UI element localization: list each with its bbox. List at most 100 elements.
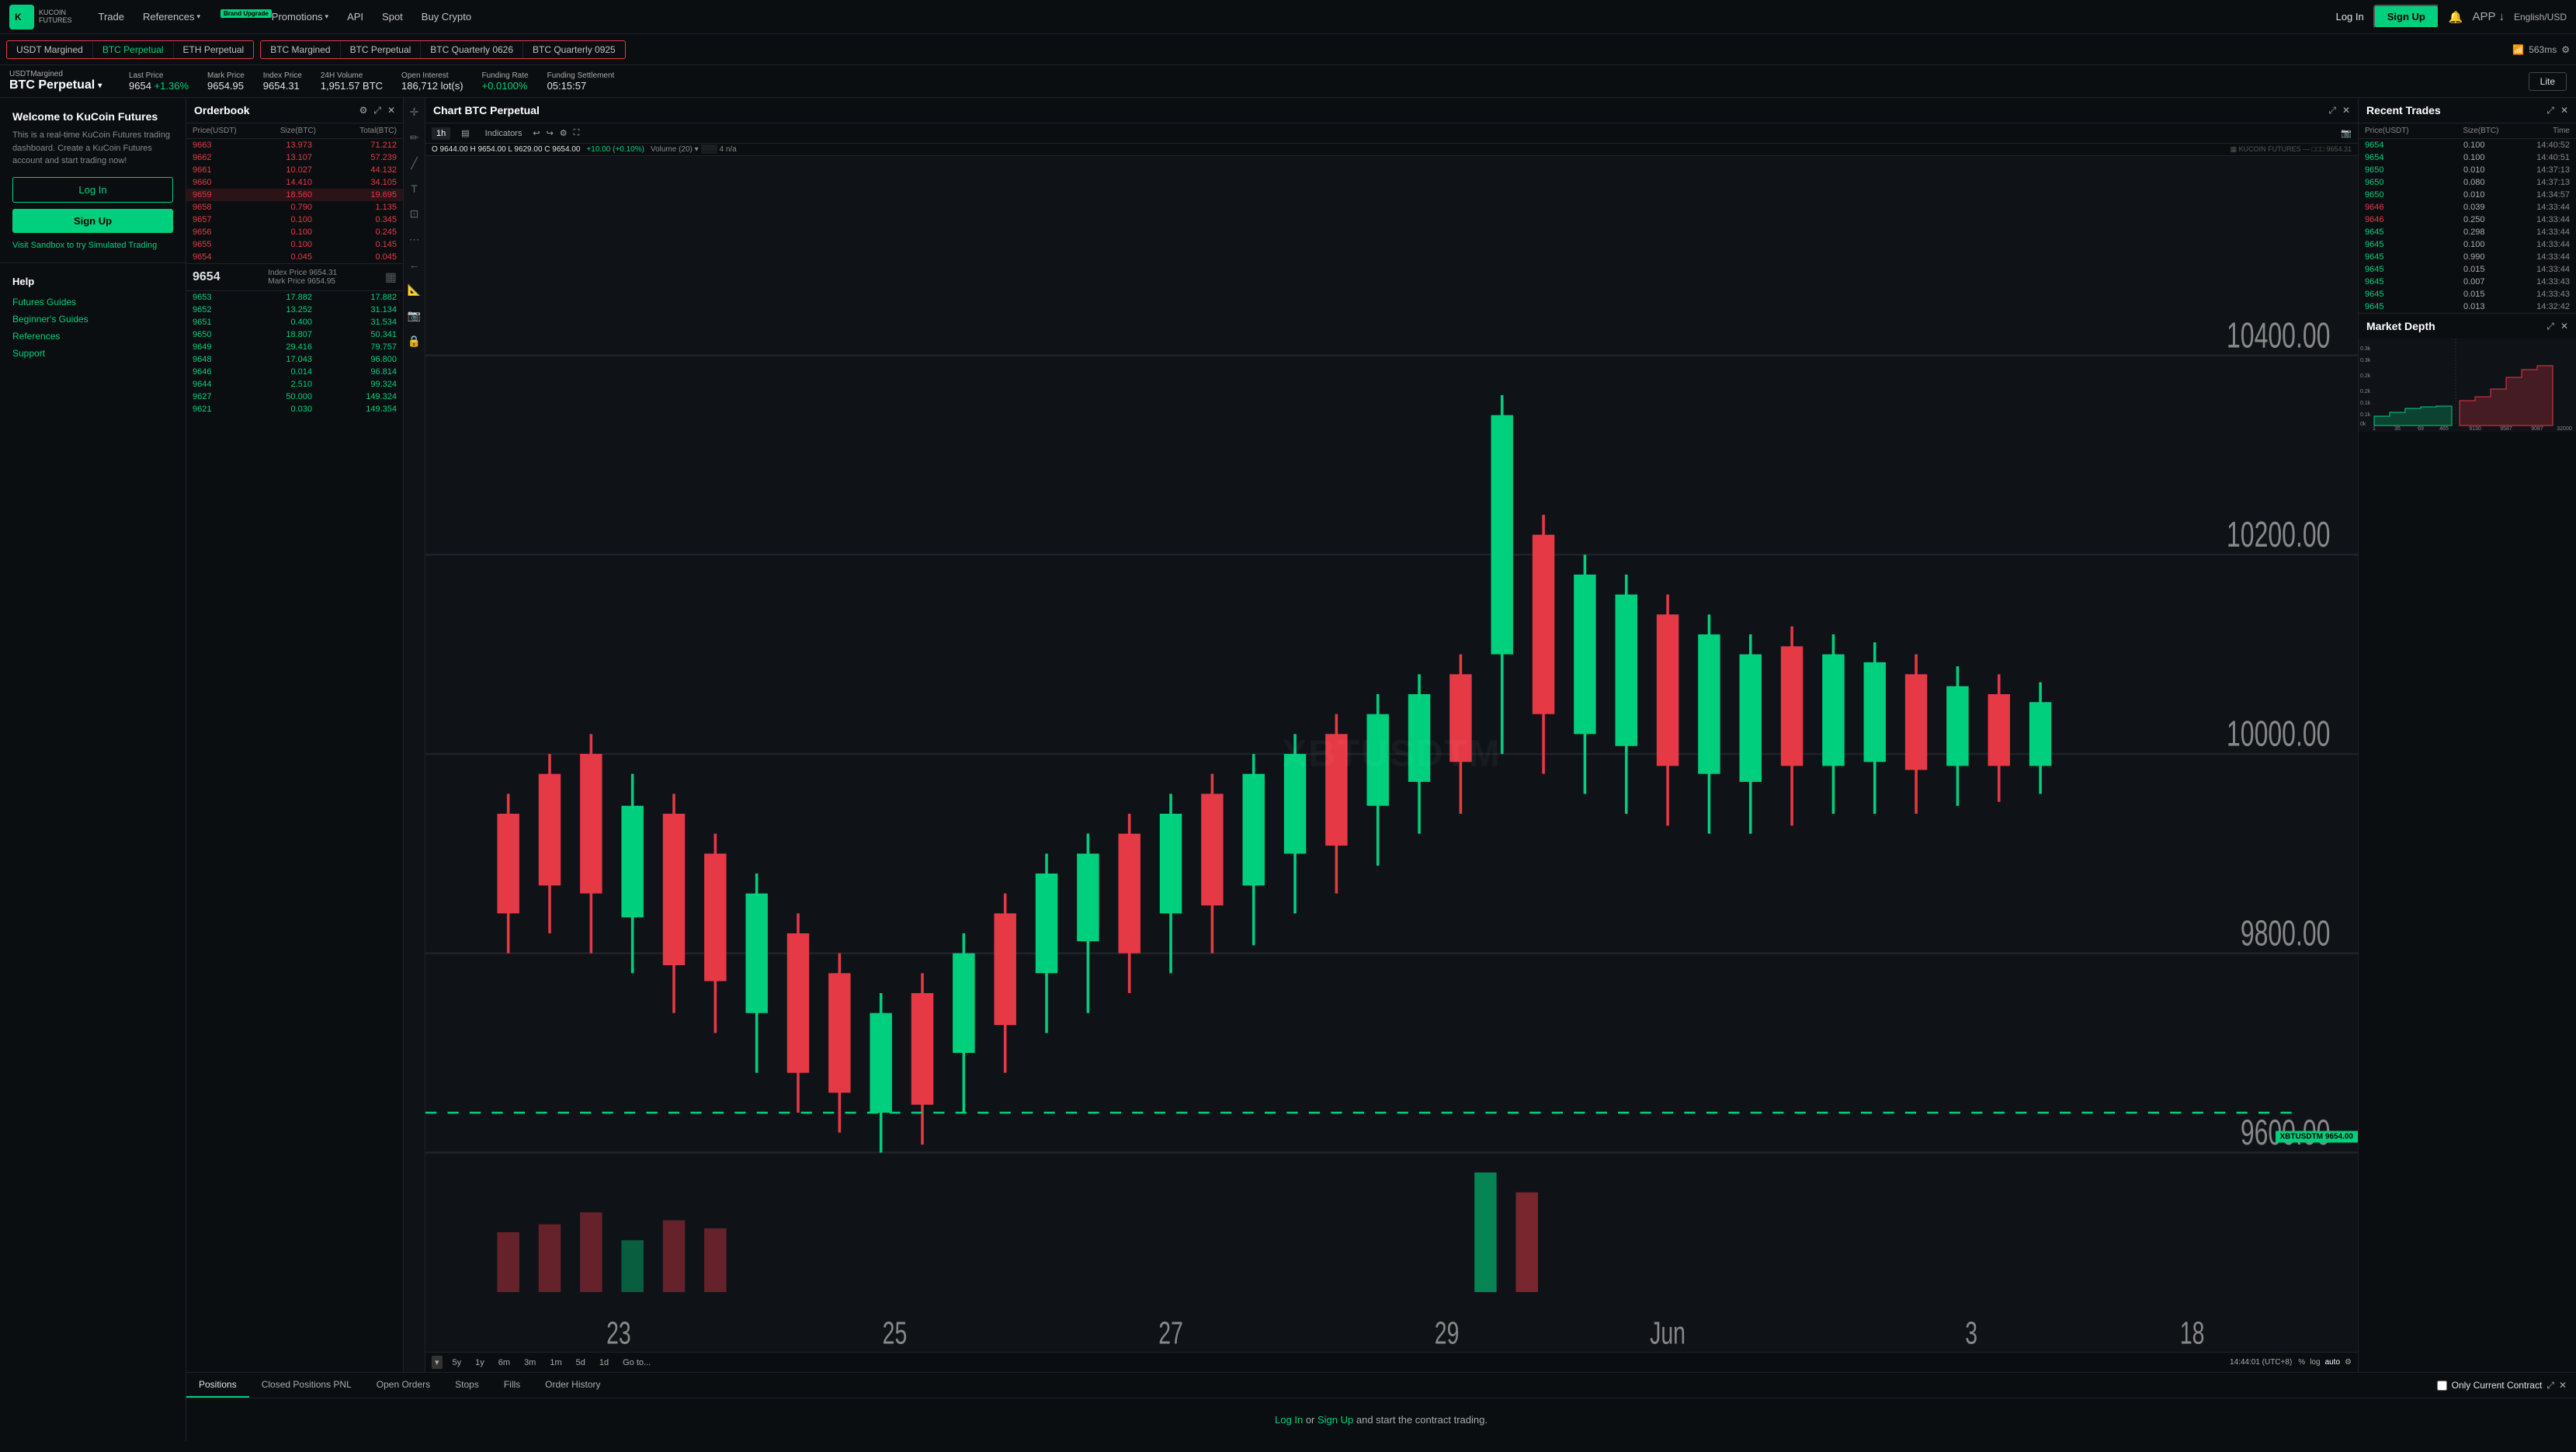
ob-sell-row[interactable]: 966110.02744.132	[186, 164, 403, 176]
nav-promotions[interactable]: Brand Upgrade Promotions▾	[211, 0, 336, 34]
tab-stops[interactable]: Stops	[443, 1373, 491, 1398]
app-download[interactable]: APP ↓	[2473, 10, 2505, 23]
ob-buy-row[interactable]: 96442.51099.324	[186, 378, 403, 391]
chart-settings-bottom[interactable]: ⚙	[2345, 1358, 2352, 1367]
tab-usdt-margined[interactable]: USDT Margined	[7, 41, 93, 58]
arrow-tool[interactable]: ←	[408, 257, 422, 273]
bottom-signup-link[interactable]: Sign Up	[1318, 1414, 1353, 1426]
more-tools[interactable]: ⋯	[408, 231, 422, 248]
help-references[interactable]: References	[12, 328, 173, 345]
bottom-login-link[interactable]: Log In	[1275, 1414, 1303, 1426]
shape-tool[interactable]: ⊡	[408, 206, 421, 222]
nav-spot[interactable]: Spot	[374, 0, 411, 34]
ob-buy-row[interactable]: 964929.41679.757	[186, 341, 403, 353]
screenshot-btn[interactable]: 📷	[2341, 128, 2352, 138]
chart-settings-btn[interactable]: ⚙	[560, 128, 568, 138]
ob-sell-row[interactable]: 96550.1000.145	[186, 238, 403, 251]
nav-references[interactable]: References▾	[135, 0, 208, 34]
tab-positions[interactable]: Positions	[186, 1373, 249, 1398]
ob-sell-row[interactable]: 96580.7901.135	[186, 201, 403, 214]
nav-trade[interactable]: Trade	[91, 0, 132, 34]
depth-close-icon[interactable]: ✕	[2560, 321, 2568, 332]
depth-expand-icon[interactable]: ⤢	[2546, 321, 2554, 332]
tab-btc-margined[interactable]: BTC Margined	[261, 41, 340, 58]
tab-order-history[interactable]: Order History	[533, 1373, 613, 1398]
chart-scroll-down[interactable]: ▾	[432, 1356, 443, 1369]
ob-buy-row[interactable]: 965213.25231.134	[186, 304, 403, 316]
ob-buy-row[interactable]: 96460.01496.814	[186, 366, 403, 378]
tab-eth-perpetual[interactable]: ETH Perpetual	[174, 41, 254, 58]
language-selector[interactable]: English/USD	[2514, 12, 2567, 23]
logo[interactable]: K KUCOIN FUTURES	[9, 5, 72, 30]
ob-sell-row[interactable]: 96570.1000.345	[186, 214, 403, 226]
instrument-selector[interactable]: USDTMargined BTC Perpetual ▾	[9, 70, 110, 92]
auto-btn[interactable]: auto	[2325, 1358, 2340, 1367]
redo-btn[interactable]: ↪	[547, 128, 554, 138]
ob-sell-row[interactable]: 96560.1000.245	[186, 226, 403, 238]
chart-close-icon[interactable]: ✕	[2342, 105, 2350, 116]
trades-close-icon[interactable]: ✕	[2560, 105, 2568, 116]
tab-btc-perpetual-2[interactable]: BTC Perpetual	[341, 41, 422, 58]
login-button[interactable]: Log In	[2336, 11, 2364, 23]
timeframe-1d[interactable]: 1d	[595, 1356, 613, 1369]
magnet-tool[interactable]: 📷	[406, 307, 422, 324]
pen-tool[interactable]: ✏	[408, 130, 421, 146]
tab-closed-pnl[interactable]: Closed Positions PNL	[249, 1373, 364, 1398]
timeframe-6m[interactable]: 6m	[495, 1356, 514, 1369]
timeframe-5y[interactable]: 5y	[449, 1356, 466, 1369]
goto-btn[interactable]: Go to...	[619, 1356, 654, 1369]
text-tool[interactable]: T	[409, 181, 419, 196]
line-tool[interactable]: ╱	[409, 155, 418, 172]
ob-buy-row[interactable]: 964817.04396.800	[186, 353, 403, 366]
timeframe-1y[interactable]: 1y	[471, 1356, 488, 1369]
only-current-checkbox[interactable]	[2437, 1381, 2447, 1391]
ob-sell-row[interactable]: 96540.0450.045	[186, 251, 403, 263]
percent-btn[interactable]: %	[2298, 1358, 2305, 1367]
ob-sell-row[interactable]: 966213.10757.239	[186, 151, 403, 164]
orderbook-close-icon[interactable]: ✕	[387, 105, 395, 116]
ob-sell-row[interactable]: 966313.97371.212	[186, 139, 403, 151]
ob-buy-row[interactable]: 965317.88217.882	[186, 291, 403, 304]
help-futures-guides[interactable]: Futures Guides	[12, 294, 173, 311]
nav-buy-crypto[interactable]: Buy Crypto	[414, 0, 479, 34]
nav-api[interactable]: API	[339, 0, 371, 34]
tab-fills[interactable]: Fills	[491, 1373, 533, 1398]
lock-tool[interactable]: 🔒	[406, 333, 422, 349]
ruler-tool[interactable]: 📐	[406, 282, 422, 298]
orderbook-settings-icon[interactable]: ⚙	[359, 105, 368, 116]
tab-open-orders[interactable]: Open Orders	[364, 1373, 443, 1398]
cursor-tool[interactable]: ✛	[408, 104, 421, 120]
bell-icon[interactable]: 🔔	[2449, 10, 2463, 24]
tab-btc-quarterly-0626[interactable]: BTC Quarterly 0626	[421, 41, 523, 58]
sidebar-signup-button[interactable]: Sign Up	[12, 209, 173, 233]
help-support[interactable]: Support	[12, 345, 173, 362]
undo-btn[interactable]: ↩	[533, 128, 540, 138]
lite-button[interactable]: Lite	[2529, 72, 2567, 91]
ob-buy-row[interactable]: 96210.030149.354	[186, 403, 403, 415]
bottom-close-icon[interactable]: ✕	[2559, 1380, 2567, 1391]
indicators-btn[interactable]: Indicators	[481, 127, 527, 140]
chart-expand-icon[interactable]: ⤢	[2328, 105, 2336, 116]
signup-button[interactable]: Sign Up	[2373, 5, 2439, 29]
help-beginners-guides[interactable]: Beginner's Guides	[12, 311, 173, 328]
sidebar-login-button[interactable]: Log In	[12, 177, 173, 203]
sandbox-link[interactable]: Visit Sandbox to try Simulated Trading	[12, 241, 173, 250]
ob-buy-row[interactable]: 96510.40031.534	[186, 316, 403, 328]
ob-sell-row[interactable]: 965918.56019.695	[186, 189, 403, 201]
orderbook-expand-icon[interactable]: ⤢	[373, 105, 381, 116]
bottom-expand-icon[interactable]: ⤢	[2546, 1380, 2554, 1391]
trades-expand-icon[interactable]: ⤢	[2546, 105, 2554, 116]
timeframe-3m[interactable]: 3m	[520, 1356, 540, 1369]
tab-btc-perpetual-1[interactable]: BTC Perpetual	[93, 41, 174, 58]
ob-chart-icon[interactable]: ▦	[385, 269, 397, 285]
ob-buy-row[interactable]: 962750.000149.324	[186, 391, 403, 403]
log-btn[interactable]: log	[2310, 1358, 2320, 1367]
tab-btc-quarterly-0925[interactable]: BTC Quarterly 0925	[523, 41, 625, 58]
chart-fullscreen-btn[interactable]: ⛶	[574, 128, 580, 138]
settings-icon[interactable]: ⚙	[2561, 44, 2570, 55]
ob-sell-row[interactable]: 966014.41034.105	[186, 176, 403, 189]
chart-type-btn[interactable]: ▤	[457, 127, 474, 140]
ob-buy-row[interactable]: 965018.80750.341	[186, 328, 403, 341]
timeframe-1m[interactable]: 1m	[546, 1356, 565, 1369]
timeframe-1h[interactable]: 1h	[432, 127, 450, 140]
